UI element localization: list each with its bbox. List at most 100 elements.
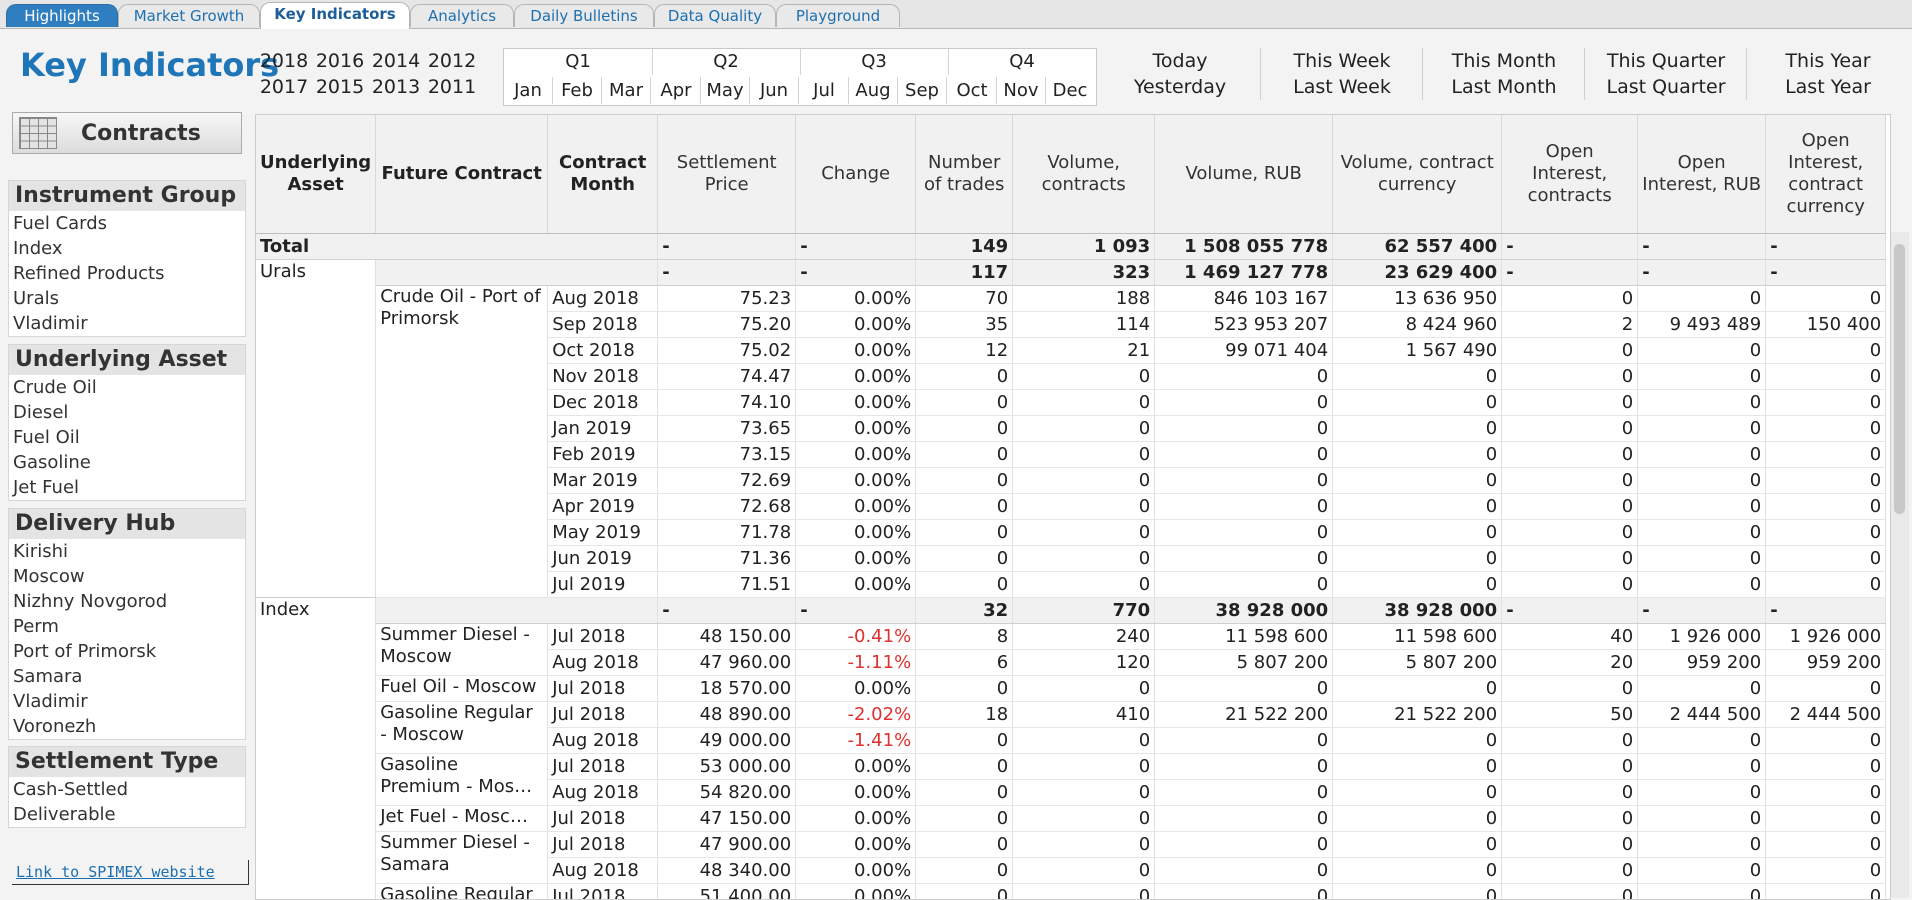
table-scrollbar[interactable] [1890, 232, 1909, 898]
table-cell: 0 [916, 832, 1013, 858]
month-dec[interactable]: Dec [1046, 77, 1094, 104]
column-header[interactable]: Change [796, 115, 916, 234]
month-jun[interactable]: Jun [750, 77, 799, 104]
table-row[interactable]: Fuel Oil - MoscowJul 201818 570.000.00%0… [256, 676, 1886, 702]
contracts-button[interactable]: Contracts [12, 112, 242, 154]
column-header[interactable]: Settlement Price [658, 115, 796, 234]
month-aug[interactable]: Aug [849, 77, 898, 104]
table-row[interactable]: Crude Oil - Port of PrimorskAug 201875.2… [256, 286, 1886, 312]
year-2016[interactable]: 2016 [312, 50, 368, 72]
year-2018[interactable]: 2018 [256, 50, 312, 72]
table-row[interactable]: Summer Diesel - MoscowJul 201848 150.00-… [256, 624, 1886, 650]
listbox-item[interactable]: Fuel Oil [9, 425, 245, 450]
month-apr[interactable]: Apr [652, 77, 701, 104]
column-header[interactable]: Future Contract [376, 115, 548, 234]
table-row[interactable]: Gasoline Regular - MoscowJul 201848 890.… [256, 702, 1886, 728]
period-last-year[interactable]: Last Year [1748, 74, 1908, 100]
column-header[interactable]: Volume, contract currency [1333, 115, 1502, 234]
table-cell: 150 400 [1766, 312, 1886, 338]
table-cell: 72.69 [658, 468, 796, 494]
month-oct[interactable]: Oct [948, 77, 997, 104]
period-last-quarter[interactable]: Last Quarter [1586, 74, 1746, 100]
period-this-quarter[interactable]: This Quarter [1586, 48, 1746, 74]
tab-analytics[interactable]: Analytics [410, 4, 514, 27]
listbox-item[interactable]: Perm [9, 614, 245, 639]
underlying-asset-cell: Index [256, 598, 376, 900]
quarter-q3[interactable]: Q3 [800, 49, 949, 75]
table-row[interactable]: Summer Diesel - SamaraJul 201847 900.000… [256, 832, 1886, 858]
year-2012[interactable]: 2012 [424, 50, 480, 72]
tab-playground[interactable]: Playground [776, 4, 900, 27]
table-cell: 0 [1638, 780, 1766, 806]
period-today[interactable]: Today [1100, 48, 1260, 74]
column-header[interactable]: Open Interest, contract currency [1766, 115, 1886, 234]
listbox-item[interactable]: Diesel [9, 400, 245, 425]
table-row[interactable]: Jet Fuel - Mosc…Jul 201847 150.000.00%00… [256, 806, 1886, 832]
month-jan[interactable]: Jan [504, 77, 553, 104]
tab-market-growth[interactable]: Market Growth [118, 4, 260, 27]
column-header[interactable]: Open Interest, RUB [1638, 115, 1766, 234]
listbox-item[interactable]: Cash-Settled [9, 777, 245, 802]
listbox-item[interactable]: Fuel Cards [9, 211, 245, 236]
period-yesterday[interactable]: Yesterday [1100, 74, 1260, 100]
table-cell: 0 [1155, 468, 1333, 494]
month-jul[interactable]: Jul [800, 77, 849, 104]
year-2011[interactable]: 2011 [424, 76, 480, 98]
listbox-item[interactable]: Nizhny Novgorod [9, 589, 245, 614]
year-2013[interactable]: 2013 [368, 76, 424, 98]
table-cell: 75.02 [658, 338, 796, 364]
contract-month-cell: Jun 2019 [548, 546, 658, 572]
table-cell: 0 [1155, 806, 1333, 832]
listbox-item[interactable]: Vladimir [9, 311, 245, 336]
year-2015[interactable]: 2015 [312, 76, 368, 98]
tab-data-quality[interactable]: Data Quality [654, 4, 776, 27]
month-sep[interactable]: Sep [898, 77, 947, 104]
listbox-item[interactable]: Index [9, 236, 245, 261]
tab-highlights[interactable]: Highlights [6, 4, 118, 27]
listbox-item[interactable]: Crude Oil [9, 375, 245, 400]
period-this-month[interactable]: This Month [1424, 48, 1584, 74]
period-this-week[interactable]: This Week [1262, 48, 1422, 74]
scrollbar-thumb[interactable] [1894, 244, 1905, 514]
listbox-item[interactable]: Refined Products [9, 261, 245, 286]
column-header[interactable]: Number of trades [916, 115, 1013, 234]
listbox-item[interactable]: Voronezh [9, 714, 245, 739]
listbox-item[interactable]: Port of Primorsk [9, 639, 245, 664]
table-cell: 50 [1502, 702, 1638, 728]
table-cell: 0 [1333, 494, 1502, 520]
column-header[interactable]: Volume, contracts [1013, 115, 1155, 234]
period-this-year[interactable]: This Year [1748, 48, 1908, 74]
tab-daily-bulletins[interactable]: Daily Bulletins [514, 4, 654, 27]
table-cell: 0 [1766, 754, 1886, 780]
listbox-item[interactable]: Vladimir [9, 689, 245, 714]
period-last-month[interactable]: Last Month [1424, 74, 1584, 100]
year-2014[interactable]: 2014 [368, 50, 424, 72]
listbox-item[interactable]: Gasoline [9, 450, 245, 475]
period-last-week[interactable]: Last Week [1262, 74, 1422, 100]
column-header[interactable]: Volume, RUB [1155, 115, 1333, 234]
page-title: Key Indicators [20, 46, 279, 84]
quarter-q1[interactable]: Q1 [504, 49, 653, 75]
month-may[interactable]: May [701, 77, 750, 104]
quarter-q2[interactable]: Q2 [652, 49, 801, 75]
column-header[interactable]: Contract Month [548, 115, 658, 234]
month-nov[interactable]: Nov [997, 77, 1046, 104]
table-cell: 0 [1638, 832, 1766, 858]
month-feb[interactable]: Feb [553, 77, 602, 104]
quarter-q4[interactable]: Q4 [948, 49, 1096, 75]
table-row[interactable]: Gasoline Premium - Mos…Jul 201853 000.00… [256, 754, 1886, 780]
month-mar[interactable]: Mar [602, 77, 651, 104]
column-header[interactable]: Underlying Asset [256, 115, 376, 234]
table-cell: 0 [1766, 780, 1886, 806]
table-cell: 0 [1013, 780, 1155, 806]
column-header[interactable]: Open Interest, contracts [1502, 115, 1638, 234]
listbox-item[interactable]: Kirishi [9, 539, 245, 564]
year-2017[interactable]: 2017 [256, 76, 312, 98]
listbox-item[interactable]: Deliverable [9, 802, 245, 827]
listbox-item[interactable]: Moscow [9, 564, 245, 589]
tab-key-indicators[interactable]: Key Indicators [260, 2, 410, 29]
listbox-item[interactable]: Samara [9, 664, 245, 689]
listbox-item[interactable]: Urals [9, 286, 245, 311]
listbox-item[interactable]: Jet Fuel [9, 475, 245, 500]
spimex-website-link[interactable]: Link to SPIMEX website [12, 860, 249, 885]
